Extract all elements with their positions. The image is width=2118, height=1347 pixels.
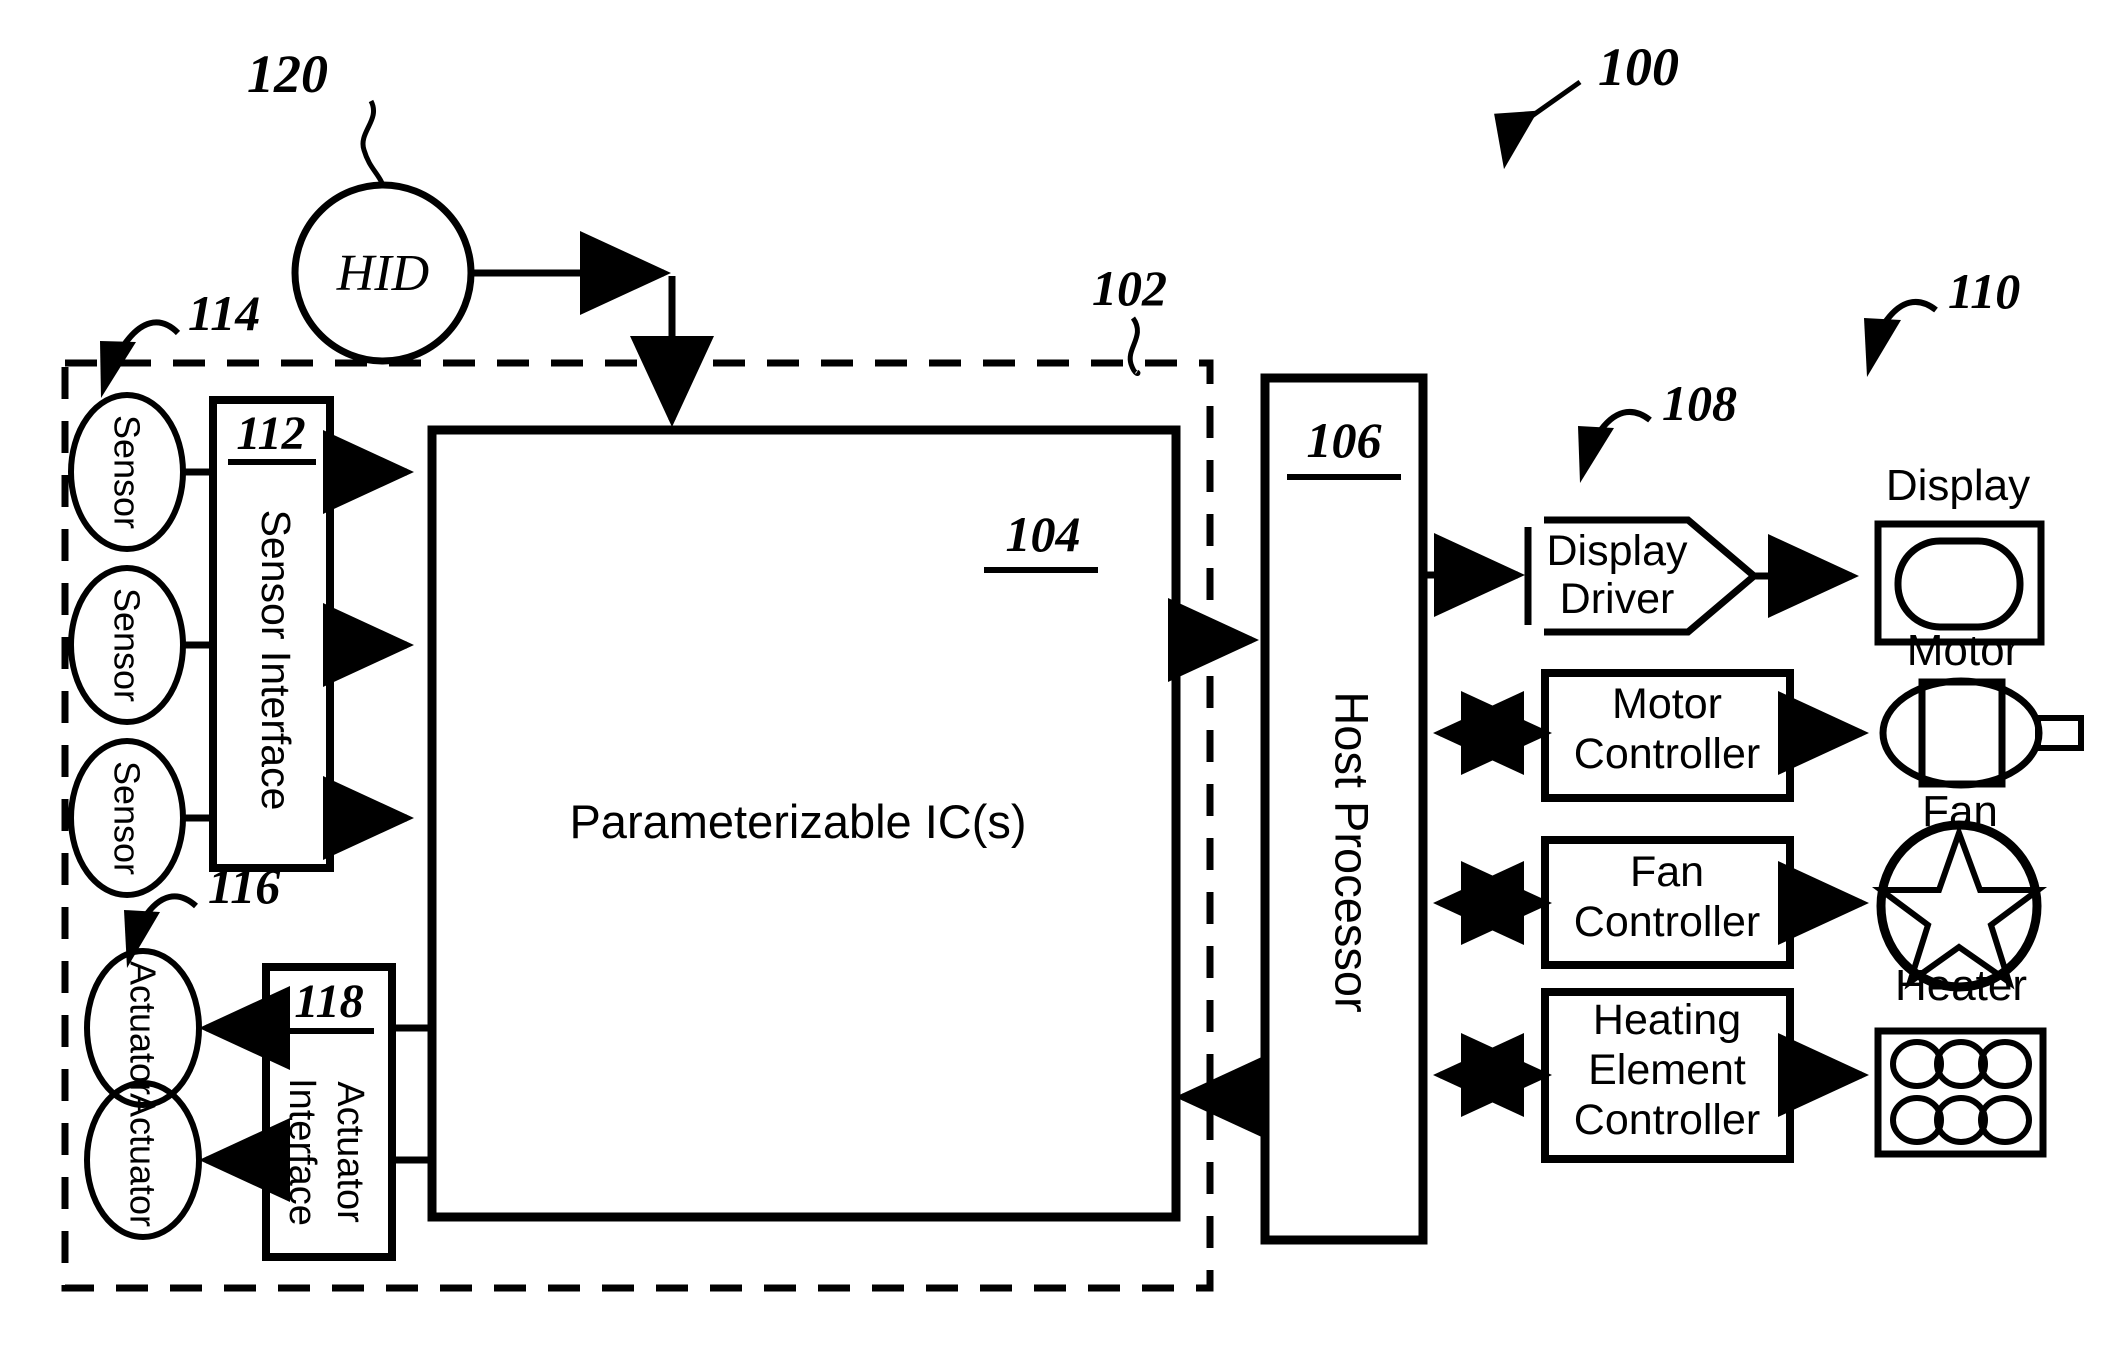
motor-peripheral[interactable]: Motor — [1879, 626, 2084, 789]
display-driver-block[interactable]: Display Driver — [1544, 516, 1760, 636]
motor-controller-label-1: Motor — [1612, 680, 1722, 728]
hid-to-ic-connector — [471, 231, 714, 427]
fan-controller-label-1: Fan — [1630, 848, 1704, 896]
parameterizable-ic-label: Parameterizable IC(s) — [569, 795, 1026, 848]
display-driver-label-1: Display — [1547, 527, 1688, 575]
display-peripheral[interactable]: Display — [1874, 461, 2045, 646]
block-diagram-svg: 100 120 HID 114 102 Sensor Sensor Sensor… — [61, 37, 2084, 1292]
motor-icon — [1879, 677, 2084, 789]
sensor-3-label: Sensor — [107, 761, 148, 875]
ref-114-label: 114 — [188, 285, 260, 341]
actuator-interface-to-ic — [392, 1024, 432, 1164]
sensor-interface-block[interactable]: 112 Sensor Interface — [209, 396, 334, 872]
ref-110-callout: 110 — [1864, 263, 2020, 377]
ref-100-callout: 100 — [1494, 37, 1679, 170]
sensor-interface-label: Sensor Interface — [253, 510, 299, 811]
sensor-3[interactable]: Sensor — [68, 738, 186, 898]
sensor-interface-to-ic — [323, 430, 414, 860]
sensor-wires — [183, 468, 213, 822]
fan-controller-label-2: Controller — [1574, 898, 1760, 946]
ref-104-label: 104 — [1006, 506, 1081, 562]
heater-peripheral-label: Heater — [1895, 961, 2027, 1010]
ref-108-label: 108 — [1662, 375, 1737, 431]
actuator-interface-block[interactable]: 118 Actuator Interface — [262, 963, 396, 1261]
actuator-interface-to-actuators — [199, 986, 290, 1202]
heater-peripheral[interactable]: Heater — [1874, 961, 2047, 1158]
parameterizable-ic-block[interactable]: 104 Parameterizable IC(s) — [427, 425, 1181, 1222]
fan-controller-block[interactable]: Fan Controller — [1541, 836, 1794, 969]
motor-controller-block[interactable]: Motor Controller — [1541, 669, 1794, 802]
ref-102-label: 102 — [1092, 260, 1167, 316]
ref-120-callout: 120 — [247, 44, 385, 185]
hid-node[interactable]: HID — [291, 181, 475, 365]
motor-peripheral-label: Motor — [1907, 626, 2019, 675]
motor-controller-label-2: Controller — [1574, 730, 1760, 778]
actuator-interface-label-2: Interface — [281, 1078, 323, 1226]
figure-canvas: 100 120 HID 114 102 Sensor Sensor Sensor… — [0, 0, 2118, 1347]
ref-108-callout: 108 — [1578, 375, 1737, 483]
sensor-1[interactable]: Sensor — [68, 392, 186, 552]
actuator-1-label: Actuator — [123, 961, 164, 1095]
fan-peripheral[interactable]: Fan — [1871, 787, 2048, 992]
ref-114-callout: 114 — [100, 285, 260, 398]
actuator-interface-label-1: Actuator — [329, 1081, 371, 1223]
actuator-2-label: Actuator — [123, 1093, 164, 1227]
ref-102-callout: 102 — [1092, 260, 1167, 377]
display-peripheral-label: Display — [1886, 461, 2030, 510]
heating-element-controller-block[interactable]: Heating Element Controller — [1541, 988, 1794, 1163]
ref-120-label: 120 — [247, 44, 328, 104]
display-icon — [1874, 520, 2045, 646]
heating-controller-label-1: Heating — [1593, 996, 1741, 1044]
host-processor-label: Host Processor — [1326, 691, 1379, 1012]
heating-controller-label-2: Element — [1588, 1046, 1746, 1094]
sensor-2[interactable]: Sensor — [68, 565, 186, 725]
sensor-2-label: Sensor — [107, 588, 148, 702]
ref-106-label: 106 — [1307, 412, 1382, 468]
ref-118-label: 118 — [294, 975, 363, 1028]
display-driver-label-2: Driver — [1560, 575, 1675, 623]
ref-110-label: 110 — [1948, 263, 2020, 319]
ref-116-label: 116 — [208, 858, 280, 914]
heater-coils-icon — [1874, 1027, 2047, 1158]
host-processor-block[interactable]: 106 Host Processor — [1260, 373, 1428, 1245]
sensor-1-label: Sensor — [107, 415, 148, 529]
ref-112-label: 112 — [236, 407, 305, 460]
hid-label: HID — [336, 245, 429, 302]
host-to-display-driver-connector — [1423, 527, 1532, 625]
actuator-2[interactable]: Actuator — [84, 1080, 202, 1240]
heating-controller-label-3: Controller — [1574, 1096, 1760, 1144]
ref-100-label: 100 — [1598, 37, 1679, 97]
